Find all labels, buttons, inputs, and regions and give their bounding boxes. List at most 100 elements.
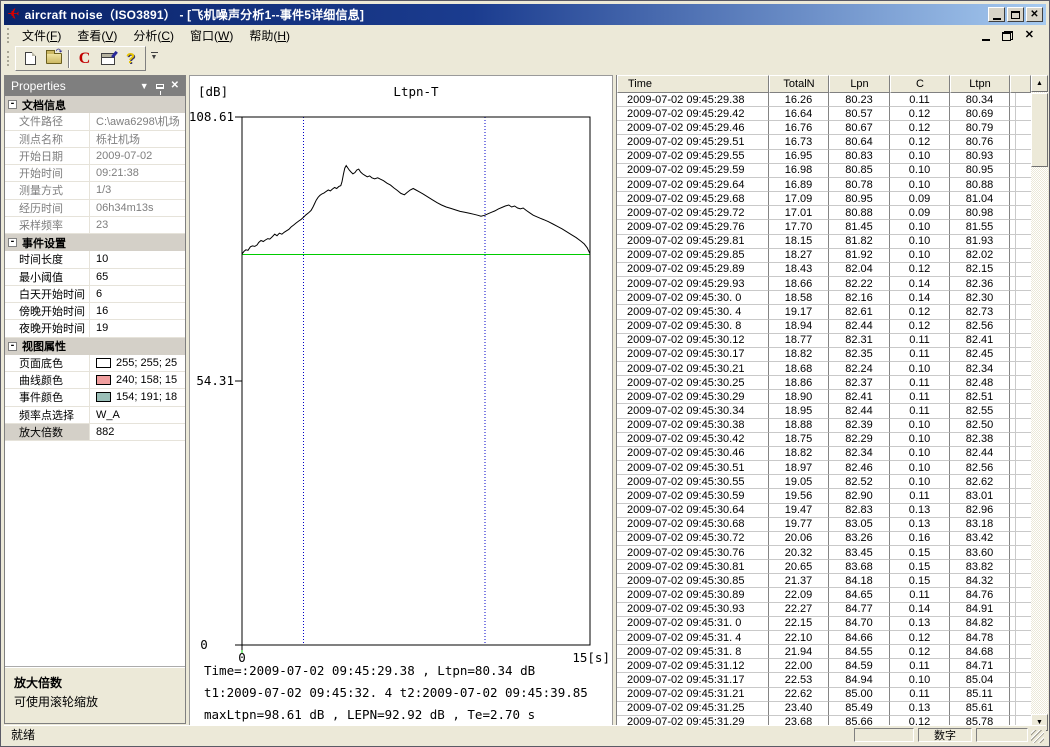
table-row[interactable]: 2009-07-02 09:45:29.6416.8980.780.1080.8…: [617, 178, 1031, 192]
property-value[interactable]: 10: [90, 251, 185, 267]
property-value[interactable]: 2009-07-02: [90, 148, 185, 164]
maximize-button[interactable]: [1007, 7, 1024, 22]
property-row[interactable]: 傍晚开始时间16: [5, 303, 185, 320]
table-row[interactable]: 2009-07-02 09:45:30.5919.5682.900.1183.0…: [617, 489, 1031, 503]
collapse-minus-icon[interactable]: -: [8, 238, 17, 247]
pin-icon[interactable]: [156, 84, 164, 89]
scrollbar-thumb[interactable]: [1031, 93, 1048, 167]
table-row[interactable]: 2009-07-02 09:45:29.4616.7680.670.1280.7…: [617, 121, 1031, 135]
panel-menu-chevron-icon[interactable]: ▼: [140, 82, 149, 91]
table-row[interactable]: 2009-07-02 09:45:30.2518.8682.370.1182.4…: [617, 376, 1031, 390]
table-row[interactable]: 2009-07-02 09:45:30.6819.7783.050.1383.1…: [617, 518, 1031, 532]
table-row[interactable]: 2009-07-02 09:45:30.2118.6882.240.1082.3…: [617, 362, 1031, 376]
table-row[interactable]: 2009-07-02 09:45:29.8118.1581.820.1081.9…: [617, 235, 1031, 249]
property-value[interactable]: 882: [90, 424, 185, 440]
table-row[interactable]: 2009-07-02 09:45:31. 821.9484.550.1284.6…: [617, 645, 1031, 659]
column-header-c[interactable]: C: [890, 75, 950, 93]
menu-item-1[interactable]: 文件(F): [14, 25, 69, 46]
property-value[interactable]: W_A: [90, 407, 185, 423]
property-row[interactable]: 开始日期2009-07-02: [5, 148, 185, 165]
collapse-minus-icon[interactable]: -: [8, 342, 17, 351]
table-row[interactable]: 2009-07-02 09:45:30.7220.0683.260.1683.4…: [617, 532, 1031, 546]
property-row[interactable]: 白天开始时间6: [5, 286, 185, 303]
property-row[interactable]: 经历时间06h34m13s: [5, 200, 185, 217]
table-row[interactable]: 2009-07-02 09:45:29.5116.7380.640.1280.7…: [617, 135, 1031, 149]
table-row[interactable]: 2009-07-02 09:45:30.1718.8282.350.1182.4…: [617, 348, 1031, 362]
mdi-minimize-icon[interactable]: [982, 39, 990, 41]
help-button[interactable]: ?: [119, 48, 142, 69]
panel-close-icon[interactable]: ✕: [171, 81, 179, 91]
resize-grip[interactable]: [1031, 730, 1044, 743]
mdi-restore-icon[interactable]: [1002, 31, 1013, 41]
property-category[interactable]: -视图属性: [5, 338, 185, 355]
properties-button[interactable]: [96, 48, 119, 69]
scrollbar-track[interactable]: [1031, 92, 1048, 714]
table-row[interactable]: 2009-07-02 09:45:29.9318.6682.220.1482.3…: [617, 277, 1031, 291]
table-row[interactable]: 2009-07-02 09:45:31.2523.4085.490.1385.6…: [617, 702, 1031, 716]
property-row[interactable]: 夜晚开始时间19: [5, 320, 185, 337]
table-row[interactable]: 2009-07-02 09:45:30.2918.9082.410.1182.5…: [617, 390, 1031, 404]
table-row[interactable]: 2009-07-02 09:45:30. 018.5882.160.1482.3…: [617, 291, 1031, 305]
property-value[interactable]: 255; 255; 25: [90, 355, 185, 371]
table-row[interactable]: 2009-07-02 09:45:30.6419.4782.830.1382.9…: [617, 504, 1031, 518]
table-row[interactable]: 2009-07-02 09:45:30.3418.9582.440.1182.5…: [617, 404, 1031, 418]
property-value[interactable]: 65: [90, 269, 185, 285]
property-row[interactable]: 时间长度10: [5, 251, 185, 268]
table-row[interactable]: 2009-07-02 09:45:29.3816.2680.230.1180.3…: [617, 93, 1031, 107]
property-row[interactable]: 频率点选择W_A: [5, 407, 185, 424]
property-value[interactable]: 16: [90, 303, 185, 319]
table-row[interactable]: 2009-07-02 09:45:31. 022.1584.700.1384.8…: [617, 617, 1031, 631]
table-row[interactable]: 2009-07-02 09:45:30.5118.9782.460.1082.5…: [617, 461, 1031, 475]
toolbar-grip-handle[interactable]: [7, 51, 10, 66]
table-row[interactable]: 2009-07-02 09:45:31.2122.6285.000.1185.1…: [617, 688, 1031, 702]
open-file-button[interactable]: [42, 48, 65, 69]
property-value[interactable]: 6: [90, 286, 185, 302]
property-value[interactable]: 23: [90, 217, 185, 233]
property-row[interactable]: 页面底色255; 255; 25: [5, 355, 185, 372]
menu-item-2[interactable]: 查看(V): [69, 25, 125, 46]
column-header-totaln[interactable]: TotalN: [769, 75, 829, 93]
table-row[interactable]: 2009-07-02 09:45:29.5916.9880.850.1080.9…: [617, 164, 1031, 178]
property-row[interactable]: 开始时间09:21:38: [5, 165, 185, 182]
menu-grip-handle[interactable]: [7, 28, 10, 43]
table-row[interactable]: 2009-07-02 09:45:29.7617.7081.450.1081.5…: [617, 220, 1031, 234]
collapse-minus-icon[interactable]: -: [8, 100, 17, 109]
property-value[interactable]: 19: [90, 320, 185, 336]
table-row[interactable]: 2009-07-02 09:45:29.8518.2781.920.1082.0…: [617, 249, 1031, 263]
title-bar[interactable]: ✈ aircraft noise（ISO3891） - [飞机噪声分析1--事件…: [4, 4, 1046, 25]
menu-item-5[interactable]: 帮助(H): [241, 25, 298, 46]
minimize-button[interactable]: [988, 7, 1005, 22]
table-row[interactable]: 2009-07-02 09:45:30. 818.9482.440.1282.5…: [617, 320, 1031, 334]
property-row[interactable]: 事件颜色154; 191; 18: [5, 389, 185, 406]
analysis-c-button[interactable]: C: [73, 48, 96, 69]
property-row[interactable]: 曲线颜色240; 158; 15: [5, 372, 185, 389]
property-category[interactable]: -事件设置: [5, 234, 185, 251]
property-row[interactable]: 测量方式1/3: [5, 182, 185, 199]
table-row[interactable]: 2009-07-02 09:45:30.1218.7782.310.1182.4…: [617, 334, 1031, 348]
table-scrollbar[interactable]: ▲ ▼: [1031, 75, 1048, 731]
table-row[interactable]: 2009-07-02 09:45:30.8521.3784.180.1584.3…: [617, 574, 1031, 588]
table-row[interactable]: 2009-07-02 09:45:29.7217.0180.880.0980.9…: [617, 206, 1031, 220]
property-value[interactable]: 06h34m13s: [90, 200, 185, 216]
table-row[interactable]: 2009-07-02 09:45:30.4218.7582.290.1082.3…: [617, 433, 1031, 447]
table-row[interactable]: 2009-07-02 09:45:30.8922.0984.650.1184.7…: [617, 588, 1031, 602]
mdi-close-icon[interactable]: ✕: [1025, 30, 1034, 41]
property-row[interactable]: 最小阈值65: [5, 269, 185, 286]
table-row[interactable]: 2009-07-02 09:45:30. 419.1782.610.1282.7…: [617, 305, 1031, 319]
column-header-lpn[interactable]: Lpn: [829, 75, 890, 93]
property-value[interactable]: 栎社机场: [90, 131, 185, 147]
scroll-up-button[interactable]: ▲: [1031, 75, 1048, 92]
property-value[interactable]: C:\awa6298\机场: [90, 113, 185, 129]
table-row[interactable]: 2009-07-02 09:45:31.1222.0084.590.1184.7…: [617, 659, 1031, 673]
table-row[interactable]: 2009-07-02 09:45:29.6817.0980.950.0981.0…: [617, 192, 1031, 206]
property-value[interactable]: 1/3: [90, 182, 185, 198]
property-row[interactable]: 采样频率23: [5, 217, 185, 234]
table-row[interactable]: 2009-07-02 09:45:29.8918.4382.040.1282.1…: [617, 263, 1031, 277]
new-file-button[interactable]: [19, 48, 42, 69]
property-value[interactable]: 240; 158; 15: [90, 372, 185, 388]
column-header-time[interactable]: Time: [617, 75, 769, 93]
table-row[interactable]: 2009-07-02 09:45:30.9322.2784.770.1484.9…: [617, 603, 1031, 617]
close-button[interactable]: ✕: [1026, 7, 1043, 22]
property-value[interactable]: 09:21:38: [90, 165, 185, 181]
table-row[interactable]: 2009-07-02 09:45:29.4216.6480.570.1280.6…: [617, 107, 1031, 121]
